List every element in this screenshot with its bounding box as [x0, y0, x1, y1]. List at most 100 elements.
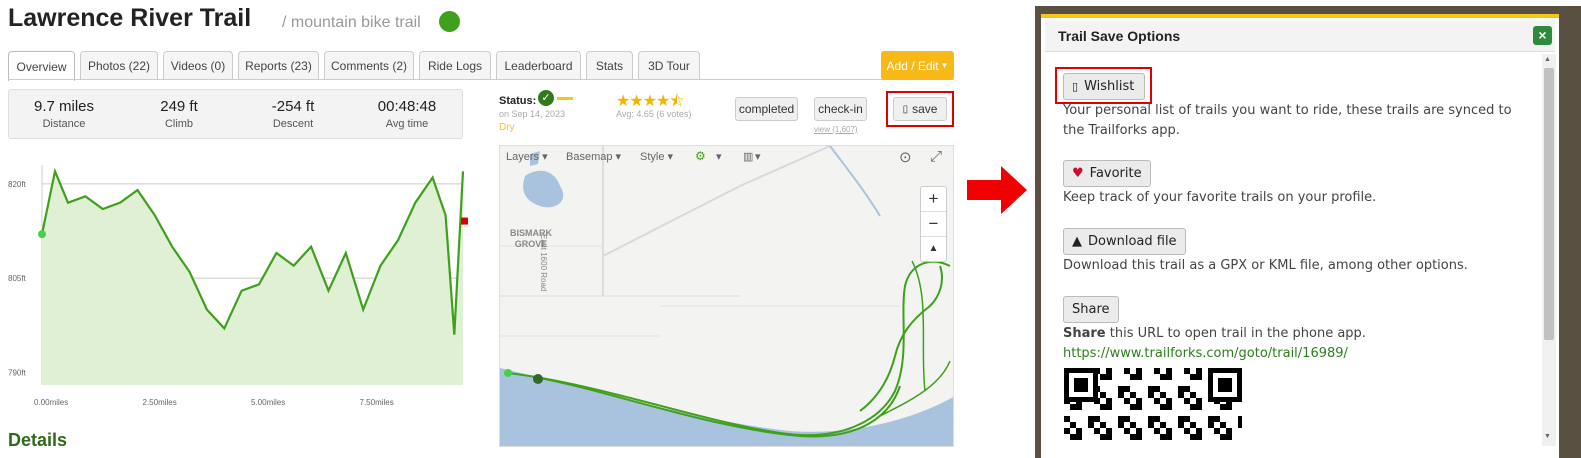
tab-ride-logs[interactable]: Ride Logs: [419, 51, 491, 80]
north-arrow-icon[interactable]: ▲: [921, 237, 946, 262]
tab-divider: [8, 79, 954, 80]
mountain-bike-icon: [439, 11, 460, 32]
qr-module: [1106, 398, 1112, 404]
tab-comments[interactable]: Comments (2): [324, 51, 414, 80]
add-edit-label: Add / Edit: [886, 58, 939, 73]
qr-module: [1238, 422, 1242, 428]
heart-icon: ♥: [1072, 166, 1084, 181]
add-edit-button[interactable]: Add / Edit ▼: [881, 51, 954, 80]
wishlist-button[interactable]: ▯ Wishlist: [1063, 73, 1145, 100]
qr-module: [1148, 392, 1154, 398]
scroll-down-icon[interactable]: ▼: [1544, 433, 1551, 440]
qr-module: [1218, 378, 1232, 392]
fullscreen-icon[interactable]: ⤢: [930, 148, 942, 165]
stat-value: 9.7 miles: [33, 98, 95, 115]
y-tick-label: 805ft: [8, 274, 27, 283]
qr-module: [1160, 422, 1166, 428]
qr-module: [1118, 416, 1124, 422]
qr-module: [1178, 386, 1184, 392]
stat-label: Avg time: [385, 118, 429, 130]
x-tick-label: 2.50miles: [143, 398, 177, 407]
qr-module: [1238, 416, 1242, 422]
qr-module: [1130, 392, 1136, 398]
completed-button[interactable]: completed: [735, 97, 798, 121]
scroll-up-icon[interactable]: ▲: [1544, 56, 1551, 63]
basemap-menu[interactable]: Basemap ▾: [566, 150, 621, 163]
qr-module: [1220, 404, 1226, 410]
qr-module: [1196, 368, 1202, 374]
style-menu[interactable]: Style ▾: [640, 150, 673, 163]
location-pin-icon[interactable]: ⊙: [899, 148, 912, 166]
share-label: Share: [1072, 302, 1110, 317]
qr-module: [1214, 416, 1220, 422]
zoom-control: + − ▲: [920, 186, 947, 262]
qr-module: [1130, 374, 1136, 380]
map-type-menu[interactable]: ▾: [755, 150, 761, 163]
qr-module: [1226, 428, 1232, 434]
check-in-button[interactable]: check-in: [814, 97, 867, 121]
favorite-description: Keep track of your favorite trails on yo…: [1063, 190, 1377, 205]
share-text: this URL to open trail in the phone app.: [1105, 326, 1366, 341]
qr-module: [1190, 404, 1196, 410]
activity-menu[interactable]: ▾: [716, 150, 722, 163]
qr-module: [1124, 428, 1130, 434]
share-bold: Share: [1063, 326, 1106, 341]
start-marker: [504, 369, 512, 377]
qr-module: [1178, 392, 1184, 398]
qr-module: [1100, 392, 1106, 398]
tab-leaderboard[interactable]: Leaderboard: [496, 51, 581, 80]
start-point: [38, 230, 46, 239]
zoom-out-button[interactable]: −: [921, 212, 946, 237]
qr-module: [1154, 398, 1160, 404]
qr-module: [1196, 434, 1202, 440]
tab-overview[interactable]: Overview: [8, 51, 75, 81]
trail-route: [911, 260, 926, 392]
qr-module: [1124, 386, 1130, 392]
trail-map[interactable]: BISMARK GROVE East 1600 Road: [499, 145, 954, 447]
zoom-in-button[interactable]: +: [921, 187, 946, 212]
stat-label: Distance: [42, 118, 86, 130]
map-type-icon[interactable]: ▥: [743, 150, 753, 163]
qr-module: [1076, 428, 1082, 434]
qr-module: [1106, 434, 1112, 440]
layers-menu[interactable]: Layers ▾: [506, 150, 548, 163]
qr-module: [1106, 374, 1112, 380]
share-button[interactable]: Share: [1063, 296, 1119, 323]
download-file-button[interactable]: ▲ Download file: [1063, 228, 1186, 255]
qr-module: [1208, 416, 1214, 422]
save-button[interactable]: ▯ save: [893, 97, 947, 121]
qr-module: [1070, 434, 1076, 440]
tab-3d-tour[interactable]: 3D Tour: [638, 51, 700, 80]
qr-module: [1074, 378, 1088, 392]
qr-module: [1100, 374, 1106, 380]
scrollbar-thumb[interactable]: [1544, 68, 1554, 340]
elevation-chart[interactable]: 820ft 805ft 790ft 0.00miles 2.50miles 5.00mil…: [8, 160, 468, 410]
tab-photos[interactable]: Photos (22): [80, 51, 158, 80]
triangle-up-icon: ▲: [1072, 234, 1082, 249]
share-url-link[interactable]: https://www.trailforks.com/goto/trail/16…: [1063, 344, 1348, 364]
qr-module: [1100, 422, 1106, 428]
map-canvas[interactable]: [500, 146, 954, 447]
stat-avg-time: 00:48:48 Avg time: [357, 98, 457, 130]
qr-module: [1106, 404, 1112, 410]
tab-reports[interactable]: Reports (23): [238, 51, 319, 80]
tab-videos[interactable]: Videos (0): [163, 51, 233, 80]
qr-module: [1136, 428, 1142, 434]
details-heading: Details: [8, 430, 68, 450]
qr-module: [1166, 428, 1172, 434]
status-label: Status:: [499, 95, 537, 107]
stat-label: Descent: [272, 118, 314, 130]
qr-module: [1160, 404, 1166, 410]
close-button[interactable]: ×: [1533, 26, 1552, 45]
favorite-button[interactable]: ♥ Favorite: [1063, 160, 1151, 187]
qr-module: [1166, 404, 1172, 410]
qr-module: [1070, 422, 1076, 428]
rating-average[interactable]: Avg: 4.65 (6 votes): [616, 109, 691, 119]
red-arrow-icon: [967, 166, 1027, 214]
tab-stats[interactable]: Stats: [586, 51, 633, 80]
qr-module: [1088, 422, 1094, 428]
bike-activity-icon[interactable]: ⚙: [695, 149, 706, 163]
qr-module: [1190, 374, 1196, 380]
view-count-link[interactable]: view (1,607): [814, 125, 858, 134]
wishlist-label: Wishlist: [1084, 79, 1135, 94]
